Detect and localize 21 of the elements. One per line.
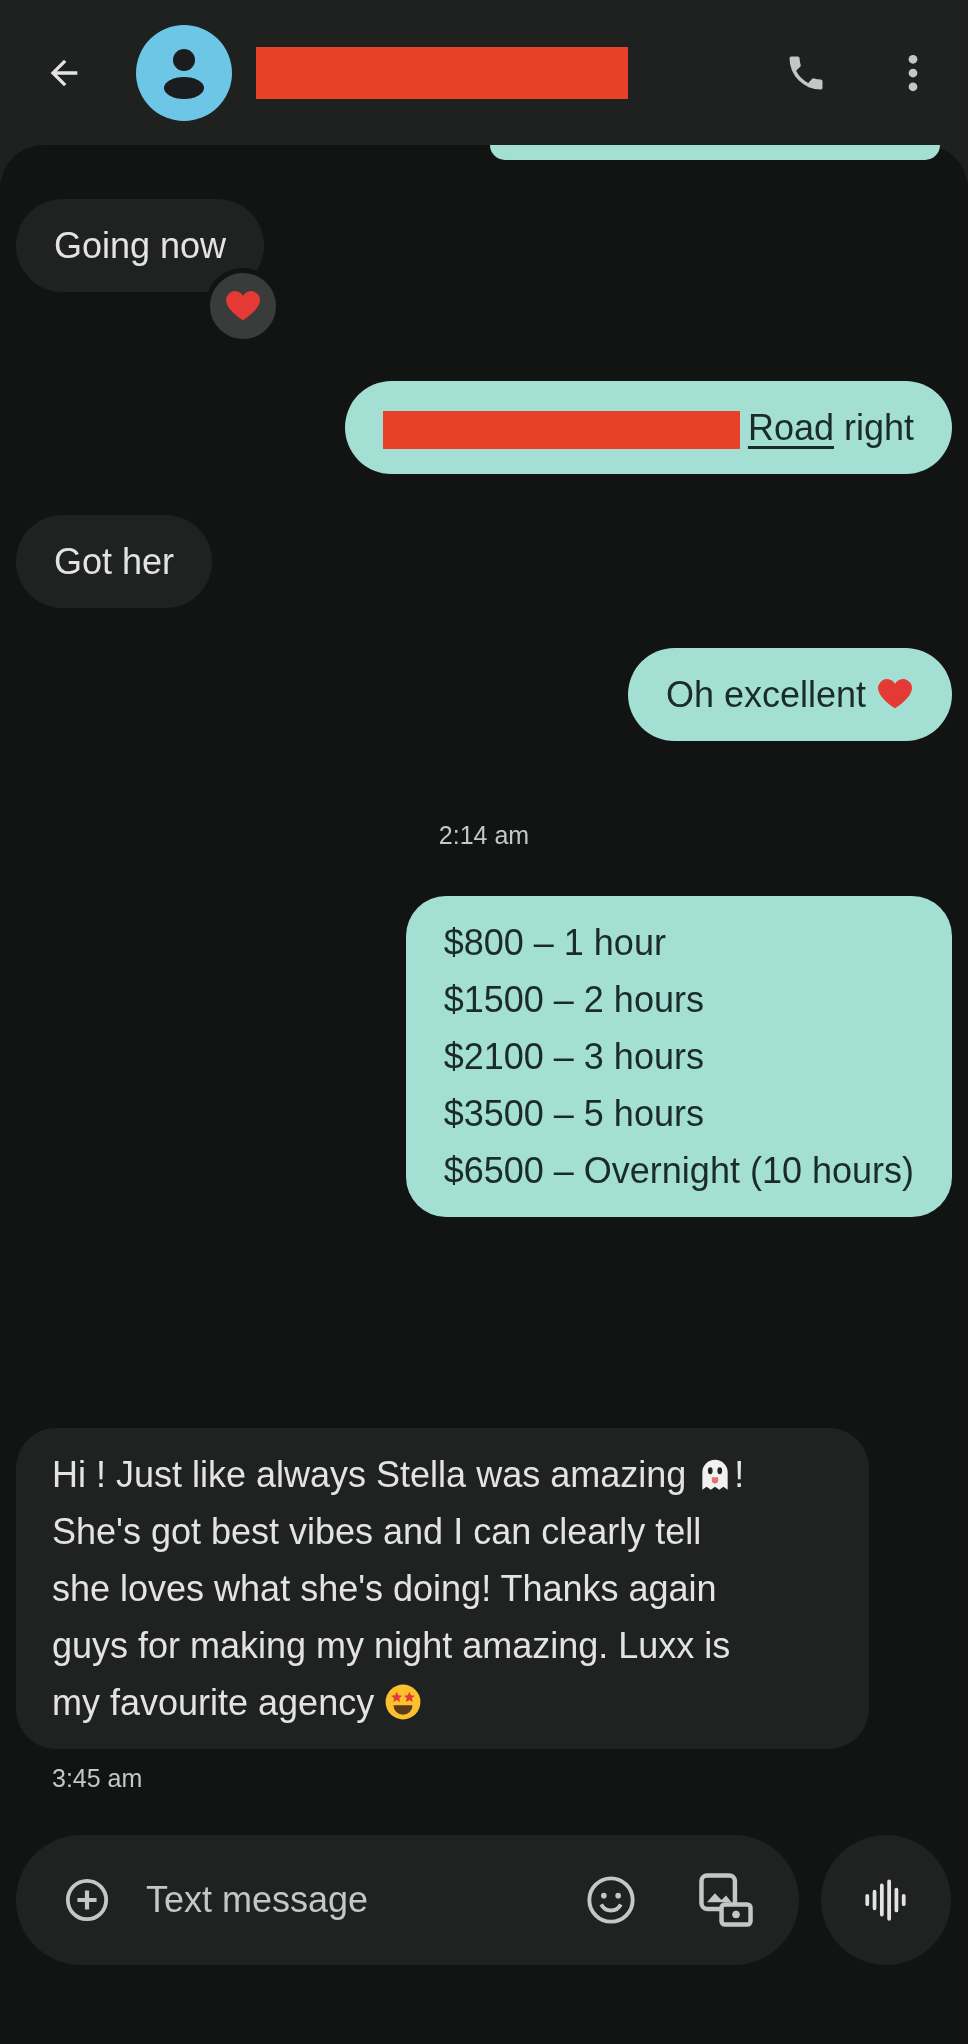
message-text: $3500 – 5 hours (443, 1092, 705, 1136)
message-text: $6500 – Overnight (10 hours) (443, 1149, 914, 1193)
message-text: Going now (54, 224, 227, 268)
star-struck-emoji-icon (384, 1683, 423, 1721)
gallery-icon[interactable] (697, 1871, 755, 1929)
emoji-icon[interactable] (585, 1874, 637, 1926)
message-text: $2100 – 3 hours (443, 1035, 705, 1079)
message-text: $800 – 1 hour (443, 921, 667, 965)
message-field[interactable]: Text message (144, 1869, 585, 1931)
address-link[interactable]: Road (747, 407, 834, 448)
timestamp: 2:14 am (437, 820, 531, 850)
compose-bar[interactable]: Text message (16, 1835, 799, 1965)
message-text: Oh excellent (665, 648, 914, 741)
add-icon[interactable] (64, 1877, 110, 1923)
message-text: $1500 – 2 hours (443, 978, 705, 1022)
more-options-icon[interactable] (908, 53, 918, 92)
avatar-icon[interactable] (136, 24, 232, 121)
timestamp: 3:45 am (51, 1763, 144, 1793)
message-text: Road right (382, 381, 914, 474)
message-text: Got her (54, 540, 175, 584)
message-text: Hi ! Just like always Stella was amazing ! She's got best vibes and I can clearly tell she loves what she's doing! Thanks again guys for making my night amazing. Luxx is my favourite agency (52, 1453, 746, 1725)
